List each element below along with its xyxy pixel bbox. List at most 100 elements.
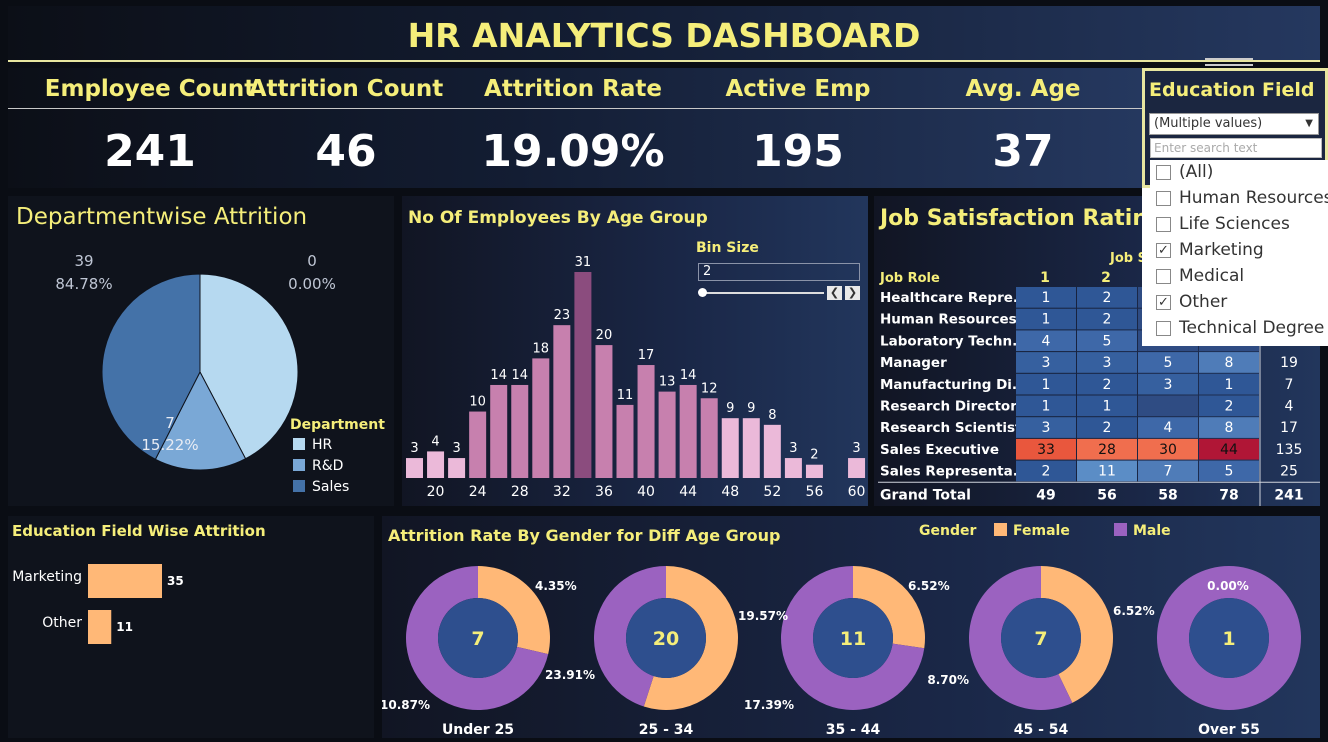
legend-swatch [293, 459, 305, 471]
donut-group-label: 45 - 54 [1014, 722, 1069, 738]
kpi-value: 46 [315, 126, 377, 177]
row-total: 17 [1280, 420, 1298, 436]
gender-attrition-panel: Attrition Rate By Gender for Diff Age Gr… [382, 516, 1320, 738]
kpi-label: Employee Count [44, 76, 256, 102]
filter-item-label: Medical [1179, 266, 1245, 286]
bar-data-label: 2 [810, 448, 818, 463]
cell-value: 1 [1042, 290, 1051, 306]
row-total: 25 [1280, 464, 1298, 480]
row-header-label: Job Role [879, 271, 940, 286]
row-label: Manufacturing Di.. [880, 377, 1022, 393]
age-bar [700, 398, 718, 478]
legend-label: R&D [312, 458, 343, 474]
age-bar [637, 365, 655, 478]
chevron-down-icon: ▼ [1305, 118, 1313, 129]
cell-value: 1 [1042, 312, 1051, 328]
legend-swatch [1114, 523, 1127, 536]
edu-bar [88, 610, 112, 644]
x-tick-label: 36 [595, 484, 613, 500]
cell-value: 5 [1164, 355, 1173, 371]
checkbox[interactable] [1156, 321, 1171, 336]
age-group-panel: No Of Employees By Age Group 3 4 3 10 14 14 18… [402, 196, 868, 506]
filter-list: (All) Human Resources Life Sciences ✓ Ma… [1150, 160, 1328, 344]
row-label: Sales Executive [880, 442, 999, 458]
donut-pct-label: 4.35% [535, 579, 577, 593]
bar-data-label: 13 [659, 375, 676, 390]
checkbox[interactable]: ✓ [1156, 295, 1171, 310]
col-label: 2 [1101, 270, 1111, 286]
cell-value: 44 [1220, 442, 1238, 458]
bin-size-slider[interactable] [702, 292, 824, 294]
age-bar [679, 384, 697, 478]
filter-selected-value: (Multiple values) [1154, 116, 1263, 131]
bar-data-label: 18 [533, 341, 550, 356]
checkbox[interactable]: ✓ [1156, 243, 1171, 258]
bar-data-label: 3 [852, 441, 860, 456]
donut-group-label: 35 - 44 [826, 722, 881, 738]
checkbox[interactable] [1156, 191, 1171, 206]
x-tick-label: 48 [721, 484, 739, 500]
x-tick-label: 40 [637, 484, 655, 500]
donut-group-label: 25 - 34 [639, 722, 694, 738]
filter-select[interactable]: (Multiple values) ▼ [1149, 113, 1319, 135]
donut-group-label: Under 25 [442, 722, 514, 738]
age-bar [490, 384, 508, 478]
cell-value: 1 [1103, 399, 1112, 415]
grand-total-value: 241 [1274, 487, 1303, 503]
dept-pie-chart: 39 84.78% 0 0.00% 7 15.22% Department HR R&D Sale… [55, 252, 385, 495]
row-label: Sales Representa.. [880, 464, 1023, 480]
cell-value: 2 [1103, 420, 1112, 436]
donut-center-value: 1 [1222, 628, 1235, 650]
edu-category-label: Other [42, 615, 82, 631]
kpi-avg-age: Avg. Age 37 [913, 68, 1133, 188]
row-total: 19 [1280, 355, 1298, 371]
cell-value: 3 [1164, 377, 1173, 393]
bar-data-label: 4 [431, 434, 439, 449]
slider-prev-button[interactable]: ❮ [827, 286, 842, 300]
bin-size-input[interactable]: 2 [698, 263, 860, 281]
donut-pct-label: 17.39% [744, 698, 794, 712]
donut-center-value: 20 [653, 628, 679, 650]
row-label: Research Director [880, 399, 1017, 415]
donut-pct-label: 6.52% [908, 579, 950, 593]
title-bar: HR ANALYTICS DASHBOARD [8, 6, 1320, 62]
kpi-value: 241 [104, 126, 196, 177]
edu-bar-chart: Marketing 35 Other 11 [12, 564, 184, 644]
pie-count-label: 7 [165, 414, 175, 432]
filter-search-input[interactable]: Enter search text [1150, 138, 1322, 158]
bar-data-label: 9 [747, 401, 755, 416]
bar-data-label: 3 [789, 441, 797, 456]
age-bar [763, 424, 781, 478]
resize-handle[interactable] [1205, 58, 1253, 66]
col-label: 1 [1040, 270, 1050, 286]
checkbox[interactable] [1156, 217, 1171, 232]
donut-pct-label: 8.70% [927, 673, 969, 687]
legend-swatch [293, 438, 305, 450]
cell-value: 4 [1164, 420, 1173, 436]
age-bar [553, 325, 571, 478]
x-tick-label: 24 [469, 484, 487, 500]
legend-label: Sales [312, 479, 349, 495]
kpi-attrition-rate: Attrition Rate 19.09% [463, 68, 683, 188]
checkbox[interactable] [1156, 165, 1171, 180]
row-label: Healthcare Repre.. [880, 290, 1023, 306]
age-bar [427, 451, 445, 478]
filter-item-label: Technical Degree [1179, 318, 1325, 338]
age-bar [848, 458, 866, 478]
legend-title: Gender [919, 523, 976, 539]
x-tick-label: 32 [553, 484, 571, 500]
kpi-attrition-count: Attrition Count 46 [236, 68, 456, 188]
age-bar [574, 272, 592, 478]
pie-pct-label: 84.78% [55, 275, 112, 293]
checkbox[interactable] [1156, 269, 1171, 284]
x-tick-label: 52 [763, 484, 781, 500]
cell-value: 1 [1225, 377, 1234, 393]
kpi-active-emp: Active Emp 195 [688, 68, 908, 188]
dept-attrition-panel: Departmentwise Attrition 39 84.78% 0 0.00% 7… [8, 196, 394, 506]
x-tick-label: 28 [511, 484, 529, 500]
slider-handle[interactable] [698, 288, 707, 297]
cell-value: 2 [1103, 312, 1112, 328]
slider-next-button[interactable]: ❯ [845, 286, 860, 300]
bar-data-label: 3 [452, 441, 460, 456]
legend-swatch [293, 480, 305, 492]
